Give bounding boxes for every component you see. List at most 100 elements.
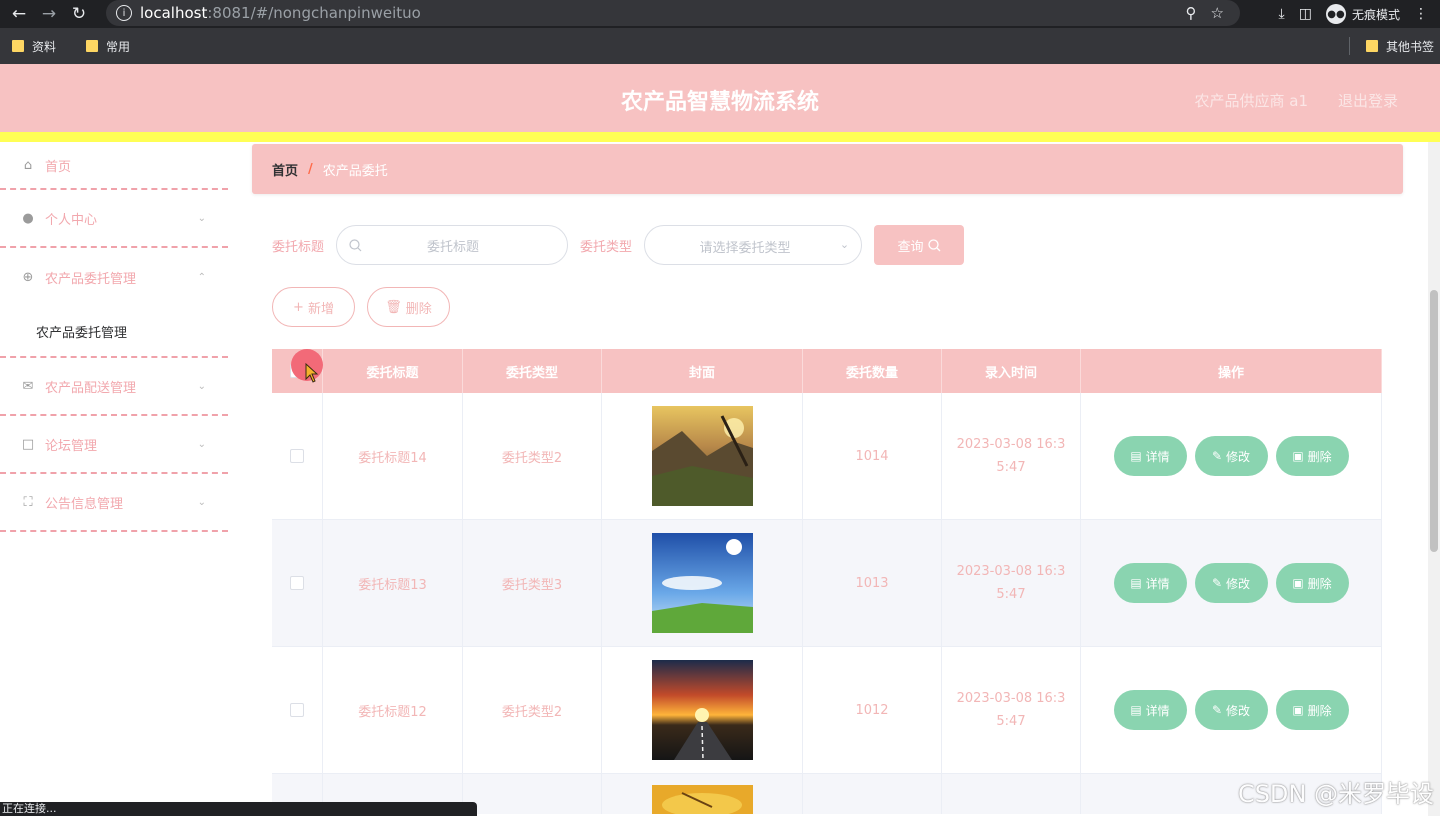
cell-time: 2023-03-08 16:35:47 — [956, 564, 1066, 602]
detail-button[interactable]: ▤ 详情 — [1113, 563, 1187, 603]
mail-icon: ✉ — [22, 378, 34, 394]
menu-dots-icon[interactable]: ⋮ — [1414, 6, 1428, 22]
cell-title: 委托标题12 — [323, 647, 463, 773]
page-scrollbar[interactable] — [1428, 142, 1440, 816]
forward-icon[interactable]: → — [34, 0, 64, 28]
search-icon — [349, 238, 362, 251]
cell-type: 委托类型2 — [463, 647, 602, 773]
edit-button[interactable]: ✎ 修改 — [1194, 436, 1268, 476]
folder-icon — [86, 40, 99, 52]
table-row: 委托标题13 委托类型3 1013 2023-03-08 16:35:47 ▤ 详… — [272, 520, 1382, 647]
row-checkbox[interactable] — [290, 703, 304, 717]
download-icon[interactable]: ⤓ — [1279, 6, 1285, 22]
mouse-pointer-icon — [305, 363, 319, 383]
column-header[interactable]: 录入时间 — [942, 349, 1081, 393]
address-bar[interactable]: i localhost:8081/#/nongchanpinweituo ⚲ ☆ — [106, 0, 1240, 26]
cell-quantity: 1012 — [803, 647, 942, 773]
key-icon[interactable]: ⚲ — [1186, 4, 1197, 22]
type-filter-label: 委托类型 — [580, 239, 633, 255]
sidebar-item-forum[interactable]: □ 论坛管理 ⌄ — [0, 416, 228, 474]
trash-icon: ▣ — [1292, 449, 1304, 463]
scan-icon: ⛶ — [23, 494, 33, 510]
chat-icon: □ — [21, 436, 35, 452]
query-button[interactable]: 查询 — [874, 225, 965, 265]
column-header[interactable]: 委托标题 — [323, 349, 463, 393]
row-checkbox[interactable] — [290, 576, 304, 590]
column-header[interactable]: 委托类型 — [463, 349, 602, 393]
add-button[interactable]: + 新增 — [272, 287, 355, 327]
cell-time: 2023-03-08 16:35:47 — [956, 437, 1066, 475]
cell-quantity: 1013 — [803, 520, 942, 646]
bookmark-label: 常用 — [106, 39, 131, 54]
sidebar-item-home[interactable]: ⌂ 首页 — [0, 142, 228, 190]
entrust-table: 委托标题 委托类型 封面 委托数量 录入时间 操作 委托标题14 委托类型2 1… — [272, 349, 1382, 814]
scrollbar-thumb[interactable] — [1430, 290, 1438, 552]
toolbar: + 新增 🗑 删除 — [272, 287, 450, 327]
chevron-up-icon: ⌃ — [197, 271, 206, 283]
document-icon: ▤ — [1130, 576, 1142, 590]
sidebar-subitem-entrust-manage[interactable]: 农产品委托管理 — [0, 306, 228, 358]
table-row: 委托标题14 委托类型2 1014 2023-03-08 16:35:47 ▤ 详… — [272, 393, 1382, 520]
edit-button[interactable]: ✎ 修改 — [1194, 690, 1268, 730]
other-bookmarks-label: 其他书签 — [1385, 39, 1434, 54]
title-search-placeholder: 委托标题 — [427, 239, 480, 255]
pencil-icon: ✎ — [1211, 576, 1223, 590]
chevron-down-icon: ⌄ — [197, 496, 206, 508]
sidebar: ⌂ 首页 ● 个人中心 ⌄ ⊕ 农产品委托管理 ⌃ 农产品委托管理 ✉ 农产品配… — [0, 142, 228, 816]
incognito-icon: ●● — [1325, 4, 1346, 24]
reload-icon[interactable]: ↻ — [64, 0, 94, 28]
sidebar-item-profile[interactable]: ● 个人中心 ⌄ — [0, 190, 228, 248]
bookmark-folder-ziliao[interactable]: 资料 — [12, 38, 56, 55]
sidepanel-icon[interactable]: ◫ — [1299, 6, 1312, 22]
divider — [1348, 37, 1350, 55]
sidebar-item-notice[interactable]: ⛶ 公告信息管理 ⌄ — [0, 474, 228, 532]
row-checkbox[interactable] — [290, 449, 304, 463]
star-icon[interactable]: ☆ — [1211, 4, 1224, 22]
back-icon[interactable]: ← — [4, 0, 34, 28]
chevron-down-icon: ⌄ — [197, 212, 206, 224]
folder-icon — [1365, 40, 1378, 52]
detail-button-label: 详情 — [1145, 703, 1170, 718]
search-icon — [927, 238, 940, 251]
sidebar-item-label: 论坛管理 — [45, 438, 98, 454]
breadcrumb-separator: / — [308, 161, 313, 177]
bookmark-label: 资料 — [32, 39, 57, 54]
detail-button[interactable]: ▤ 详情 — [1113, 690, 1187, 730]
document-icon: ▤ — [1130, 703, 1142, 717]
column-header[interactable]: 委托数量 — [803, 349, 942, 393]
pencil-icon: ✎ — [1211, 449, 1223, 463]
other-bookmarks[interactable]: 其他书签 — [1348, 28, 1434, 64]
sidebar-item-label: 农产品委托管理 — [45, 271, 137, 287]
cover-image-road — [651, 660, 753, 760]
breadcrumb-home[interactable]: 首页 — [272, 160, 298, 179]
bookmark-folder-changyong[interactable]: 常用 — [86, 38, 130, 55]
edit-button[interactable]: ✎ 修改 — [1194, 563, 1268, 603]
sidebar-item-entrust[interactable]: ⊕ 农产品委托管理 ⌃ — [0, 248, 228, 306]
sidebar-item-delivery[interactable]: ✉ 农产品配送管理 ⌄ — [0, 358, 228, 416]
detail-button[interactable]: ▤ 详情 — [1113, 436, 1187, 476]
chevron-down-icon: ⌄ — [197, 438, 206, 450]
browser-toolbar: ← → ↻ i localhost:8081/#/nongchanpinweit… — [0, 0, 1440, 28]
document-icon: ▤ — [1130, 449, 1142, 463]
detail-button-label: 详情 — [1145, 449, 1170, 464]
query-button-label: 查询 — [897, 239, 924, 255]
title-search-input[interactable]: 委托标题 — [336, 225, 569, 265]
cell-type: 委托类型3 — [463, 520, 602, 646]
sidebar-item-label: 农产品配送管理 — [45, 380, 137, 396]
table-header: 委托标题 委托类型 封面 委托数量 录入时间 操作 — [272, 349, 1382, 393]
header-accent-line — [0, 132, 1440, 142]
row-delete-button[interactable]: ▣ 删除 — [1275, 690, 1349, 730]
row-delete-button[interactable]: ▣ 删除 — [1275, 436, 1349, 476]
incognito-badge[interactable]: ●● 无痕模式 — [1325, 4, 1400, 24]
type-select[interactable]: 请选择委托类型 ⌄ — [644, 225, 863, 265]
row-delete-button[interactable]: ▣ 删除 — [1275, 563, 1349, 603]
row-delete-button-label: 删除 — [1307, 703, 1332, 718]
type-select-placeholder: 请选择委托类型 — [699, 241, 791, 256]
batch-delete-button[interactable]: 🗑 删除 — [367, 287, 450, 327]
logout-link[interactable]: 退出登录 — [1338, 90, 1398, 111]
trash-icon: ▣ — [1292, 703, 1304, 717]
site-info-icon[interactable]: i — [116, 5, 132, 21]
breadcrumb: 首页 / 农产品委托 — [252, 144, 1403, 194]
cell-title: 委托标题13 — [323, 520, 463, 646]
url-host: localhost — [140, 4, 208, 22]
